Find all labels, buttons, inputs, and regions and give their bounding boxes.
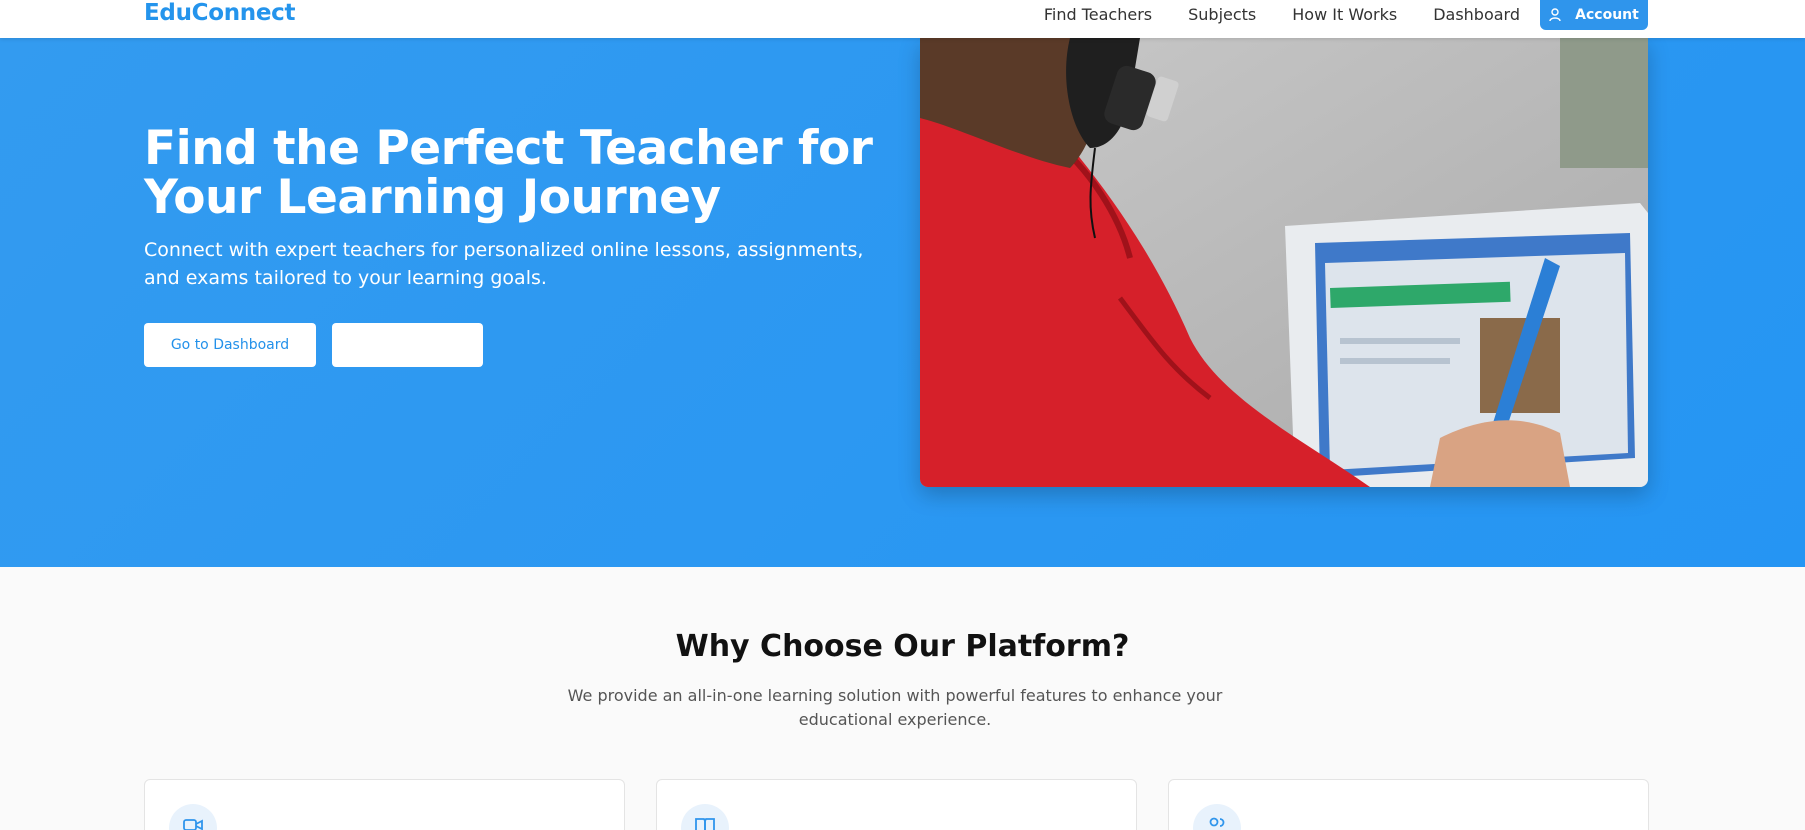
student-laptop-illustration xyxy=(920,38,1648,487)
feature-card-users[interactable] xyxy=(1168,779,1649,830)
nav-dashboard[interactable]: Dashboard xyxy=(1433,3,1520,27)
hero-photo xyxy=(920,38,1648,487)
book-icon xyxy=(681,804,729,830)
nav-find-teachers[interactable]: Find Teachers xyxy=(1044,3,1152,27)
nav-subjects[interactable]: Subjects xyxy=(1188,3,1256,27)
features-title: Why Choose Our Platform? xyxy=(675,629,1130,664)
user-icon xyxy=(1549,8,1561,22)
hero-subtitle: Connect with expert teachers for persona… xyxy=(144,239,864,289)
users-icon xyxy=(1193,804,1241,830)
feature-card-book[interactable] xyxy=(656,779,1137,830)
features-subtitle: We provide an all-in-one learning soluti… xyxy=(567,686,1223,729)
go-to-dashboard-button[interactable]: Go to Dashboard xyxy=(144,323,316,367)
feature-card-video[interactable] xyxy=(144,779,625,830)
logo[interactable]: EduConnect xyxy=(144,0,296,27)
hero-section: Find the Perfect Teacher for Your Learni… xyxy=(0,38,1805,567)
account-button[interactable]: Account xyxy=(1540,0,1648,30)
hero-title: Find the Perfect Teacher for Your Learni… xyxy=(144,121,873,225)
account-label: Account xyxy=(1575,7,1639,23)
secondary-button[interactable] xyxy=(332,323,483,367)
site-header: EduConnect Find Teachers Subjects How It… xyxy=(0,0,1805,38)
main-nav: Find Teachers Subjects How It Works Dash… xyxy=(1044,0,1805,30)
video-icon xyxy=(169,804,217,830)
nav-how-it-works[interactable]: How It Works xyxy=(1292,3,1397,27)
